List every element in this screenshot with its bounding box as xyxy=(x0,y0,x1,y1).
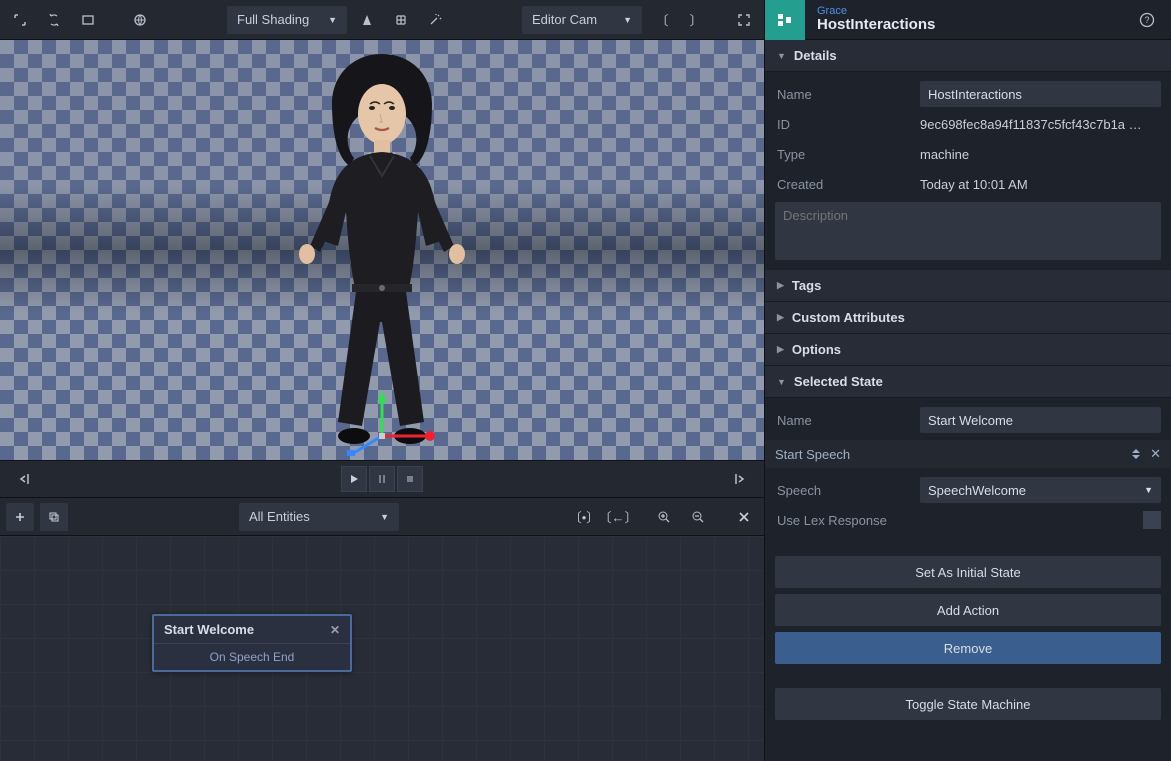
viewport-background xyxy=(0,40,764,460)
entity-filter-label: All Entities xyxy=(249,509,310,524)
help-icon[interactable]: ? xyxy=(1133,6,1161,34)
remove-action-icon[interactable]: ✕ xyxy=(1150,446,1161,462)
focus-out-icon[interactable]: 〔←〕 xyxy=(604,503,632,531)
id-value: 9ec698fec8a94f11837c5fcf43c7b1a … xyxy=(920,117,1161,132)
state-machine-graph[interactable]: Start Welcome ✕ On Speech End xyxy=(0,536,764,761)
section-selected-state[interactable]: ▼ Selected State xyxy=(765,366,1171,398)
zoom-out-icon[interactable] xyxy=(684,503,712,531)
section-custom-attributes[interactable]: ▶ Custom Attributes xyxy=(765,302,1171,334)
inspector-title: HostInteractions xyxy=(817,17,1121,34)
chevron-down-icon: ▼ xyxy=(328,15,337,25)
chevron-right-icon: ▶ xyxy=(777,280,784,291)
aspect-icon[interactable] xyxy=(74,6,102,34)
action-title: Start Speech xyxy=(775,447,850,462)
chevron-right-icon: ▶ xyxy=(777,344,784,355)
id-label: ID xyxy=(775,117,920,132)
chevron-down-icon: ▼ xyxy=(777,377,786,387)
close-panel-icon[interactable] xyxy=(730,503,758,531)
state-name-input[interactable] xyxy=(920,407,1161,433)
bracket-right-icon[interactable]: 〕 xyxy=(682,6,710,34)
entity-filter-select[interactable]: All Entities ▼ xyxy=(239,503,399,531)
svg-text:?: ? xyxy=(1144,15,1149,25)
section-options[interactable]: ▶ Options xyxy=(765,334,1171,366)
node-transition[interactable]: On Speech End xyxy=(154,644,350,670)
fullscreen-icon[interactable] xyxy=(730,6,758,34)
wand-icon[interactable] xyxy=(421,6,449,34)
grid-icon[interactable] xyxy=(387,6,415,34)
panel-collapse-left-icon[interactable] xyxy=(10,465,38,493)
add-action-button[interactable]: Add Action xyxy=(775,594,1161,626)
chevron-down-icon: ▼ xyxy=(380,512,389,522)
speech-select[interactable]: SpeechWelcome ▼ xyxy=(920,477,1161,503)
bracket-left-icon[interactable]: 〔 xyxy=(648,6,676,34)
chevron-down-icon: ▼ xyxy=(1144,485,1153,495)
frame-selection-icon[interactable] xyxy=(6,6,34,34)
name-label: Name xyxy=(775,87,920,102)
section-tags[interactable]: ▶ Tags xyxy=(765,270,1171,302)
shading-mode-label: Full Shading xyxy=(237,12,309,27)
action-header: Start Speech ✕ xyxy=(765,440,1171,468)
created-label: Created xyxy=(775,177,920,192)
shading-mode-select[interactable]: Full Shading ▼ xyxy=(227,6,347,34)
play-bar xyxy=(0,460,764,498)
duplicate-button[interactable] xyxy=(40,503,68,531)
lex-label: Use Lex Response xyxy=(775,513,1143,528)
lighting-icon[interactable] xyxy=(353,6,381,34)
state-node[interactable]: Start Welcome ✕ On Speech End xyxy=(152,614,352,672)
globe-icon[interactable] xyxy=(126,6,154,34)
pause-button[interactable] xyxy=(369,466,395,492)
sync-icon[interactable] xyxy=(40,6,68,34)
stop-button[interactable] xyxy=(397,466,423,492)
component-tab-icon[interactable] xyxy=(765,0,805,40)
type-label: Type xyxy=(775,147,920,162)
chevron-right-icon: ▶ xyxy=(777,312,784,323)
section-details[interactable]: ▼ Details xyxy=(765,40,1171,72)
viewport-3d[interactable] xyxy=(0,40,764,460)
speech-label: Speech xyxy=(775,483,920,498)
state-name-label: Name xyxy=(775,413,920,428)
play-button[interactable] xyxy=(341,466,367,492)
drag-handle-icon[interactable] xyxy=(1130,447,1142,462)
name-input[interactable] xyxy=(920,81,1161,107)
created-value: Today at 10:01 AM xyxy=(920,177,1161,192)
set-initial-state-button[interactable]: Set As Initial State xyxy=(775,556,1161,588)
chevron-down-icon: ▼ xyxy=(623,15,632,25)
chevron-down-icon: ▼ xyxy=(777,51,786,61)
zoom-in-icon[interactable] xyxy=(650,503,678,531)
toggle-state-machine-button[interactable]: Toggle State Machine xyxy=(775,688,1161,720)
description-input[interactable] xyxy=(775,202,1161,260)
export-icon[interactable] xyxy=(726,465,754,493)
camera-label: Editor Cam xyxy=(532,12,597,27)
node-close-icon[interactable]: ✕ xyxy=(330,623,340,637)
focus-in-icon[interactable]: 〔•〕 xyxy=(570,503,598,531)
viewport-toolbar: Full Shading ▼ Editor Cam ▼ 〔 〕 xyxy=(0,0,764,40)
type-value: machine xyxy=(920,147,1161,162)
add-button[interactable] xyxy=(6,503,34,531)
inspector-header: Grace HostInteractions ? xyxy=(765,0,1171,40)
lex-checkbox[interactable] xyxy=(1143,511,1161,529)
camera-select[interactable]: Editor Cam ▼ xyxy=(522,6,642,34)
graph-toolbar: All Entities ▼ 〔•〕 〔←〕 xyxy=(0,498,764,536)
remove-button[interactable]: Remove xyxy=(775,632,1161,664)
node-title: Start Welcome xyxy=(164,622,254,637)
